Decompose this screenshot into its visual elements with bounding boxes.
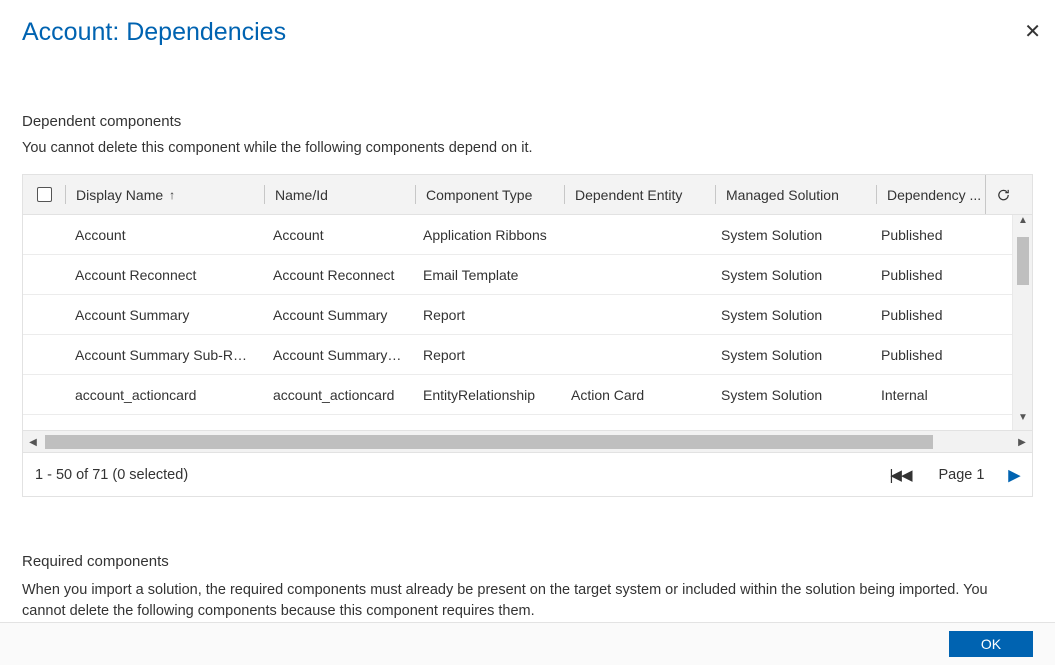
cell-component-type: Report bbox=[413, 307, 561, 323]
ok-button[interactable]: OK bbox=[949, 631, 1033, 657]
cell-dependency-type: Internal bbox=[871, 387, 979, 403]
dependent-heading: Dependent components bbox=[22, 113, 1033, 130]
scroll-right-icon[interactable]: ▶ bbox=[1012, 431, 1032, 453]
cell-managed-solution: System Solution bbox=[711, 227, 871, 243]
cell-dependency-type: Published bbox=[871, 347, 979, 363]
grid-body: AccountAccountApplication RibbonsSystem … bbox=[23, 215, 1032, 430]
col-header-dependency-type[interactable]: Dependency ... bbox=[877, 175, 985, 214]
pager: |◀ ◀ Page 1 ▶ bbox=[890, 466, 1021, 484]
dependent-subtext: You cannot delete this component while t… bbox=[22, 140, 1033, 156]
cell-name-id: Account Reconnect bbox=[263, 267, 413, 283]
vertical-scrollbar[interactable]: ▲ ▼ bbox=[1012, 215, 1032, 430]
cell-display-name: Account Reconnect bbox=[65, 267, 263, 283]
cell-component-type: Email Template bbox=[413, 267, 561, 283]
cell-component-type: Application Ribbons bbox=[413, 227, 561, 243]
cell-display-name: account_actioncard bbox=[65, 387, 263, 403]
cell-dependency-type: Published bbox=[871, 307, 979, 323]
grid-footer: 1 - 50 of 71 (0 selected) |◀ ◀ Page 1 ▶ bbox=[23, 452, 1032, 496]
col-header-name-id[interactable]: Name/Id bbox=[265, 175, 415, 214]
scroll-thumb[interactable] bbox=[1017, 237, 1029, 285]
hscroll-thumb[interactable] bbox=[45, 435, 933, 449]
cell-display-name: Account bbox=[65, 227, 263, 243]
dialog-footer: OK bbox=[0, 622, 1055, 665]
cell-dependency-type: Published bbox=[871, 227, 979, 243]
table-row-partial[interactable]: account_activity_partiesaccount_activity… bbox=[23, 415, 1012, 430]
page-number-label: Page 1 bbox=[938, 467, 984, 483]
scroll-up-icon[interactable]: ▲ bbox=[1013, 215, 1032, 233]
table-row[interactable]: Account ReconnectAccount ReconnectEmail … bbox=[23, 255, 1012, 295]
grid-header: Display Name ↑ Name/Id Component Type De… bbox=[23, 175, 1032, 215]
required-heading: Required components bbox=[22, 553, 1033, 570]
col-header-dependent-entity[interactable]: Dependent Entity bbox=[565, 175, 715, 214]
cell-display-name: Account Summary Sub-Report bbox=[65, 347, 263, 363]
table-row[interactable]: Account Summary Sub-ReportAccount Summar… bbox=[23, 335, 1012, 375]
cell-managed-solution: System Solution bbox=[711, 307, 871, 323]
dependent-grid: Display Name ↑ Name/Id Component Type De… bbox=[22, 174, 1033, 497]
refresh-icon bbox=[996, 187, 1011, 203]
cell-name-id: account_actioncard bbox=[263, 387, 413, 403]
grid-status-text: 1 - 50 of 71 (0 selected) bbox=[35, 467, 188, 483]
cell-dependency-type: Published bbox=[871, 267, 979, 283]
col-header-label: Display Name bbox=[76, 187, 163, 203]
cell-managed-solution: System Solution bbox=[711, 267, 871, 283]
cell-component-type: EntityRelationship bbox=[413, 387, 561, 403]
table-row[interactable]: Account SummaryAccount SummaryReportSyst… bbox=[23, 295, 1012, 335]
cell-dependent-entity: Action Card bbox=[561, 387, 711, 403]
cell-name-id: Account Summary S... bbox=[263, 347, 413, 363]
prev-page-icon[interactable]: ◀ bbox=[901, 466, 913, 484]
scroll-left-icon[interactable]: ◀ bbox=[23, 431, 43, 453]
cell-managed-solution: System Solution bbox=[711, 347, 871, 363]
cell-managed-solution: System Solution bbox=[711, 387, 871, 403]
dialog-title: Account: Dependencies bbox=[0, 0, 1055, 47]
col-header-component-type[interactable]: Component Type bbox=[416, 175, 564, 214]
first-page-icon[interactable]: |◀ bbox=[890, 466, 899, 484]
scroll-down-icon[interactable]: ▼ bbox=[1013, 412, 1032, 430]
sort-ascending-icon: ↑ bbox=[169, 188, 175, 202]
col-header-managed-solution[interactable]: Managed Solution bbox=[716, 175, 876, 214]
select-all-checkbox[interactable] bbox=[23, 175, 65, 214]
cell-display-name: Account Summary bbox=[65, 307, 263, 323]
cell-name-id: Account Summary bbox=[263, 307, 413, 323]
next-page-icon[interactable]: ▶ bbox=[1008, 466, 1020, 484]
col-header-display-name[interactable]: Display Name ↑ bbox=[66, 175, 264, 214]
table-row[interactable]: account_actioncardaccount_actioncardEnti… bbox=[23, 375, 1012, 415]
close-icon[interactable]: ✕ bbox=[1024, 22, 1041, 42]
refresh-button[interactable] bbox=[985, 175, 1021, 214]
cell-name-id: Account bbox=[263, 227, 413, 243]
cell-component-type: Report bbox=[413, 347, 561, 363]
required-subtext: When you import a solution, the required… bbox=[22, 580, 1033, 622]
horizontal-scrollbar[interactable]: ◀ ▶ bbox=[23, 430, 1032, 452]
table-row[interactable]: AccountAccountApplication RibbonsSystem … bbox=[23, 215, 1012, 255]
